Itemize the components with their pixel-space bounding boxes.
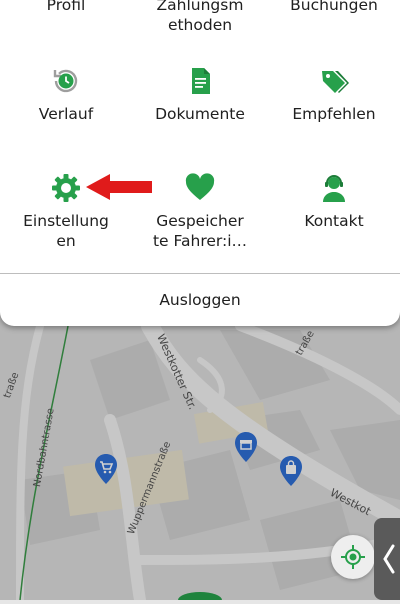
menu-item-label: Zahlungsm (156, 0, 244, 14)
menu-item-label: Empfehlen (292, 105, 376, 123)
menu-item-label: Gespeicher (156, 212, 244, 230)
tag-icon (322, 71, 349, 93)
menu-item-verlauf[interactable]: Verlauf (0, 65, 132, 124)
shopping-cart-pin-icon[interactable] (94, 454, 118, 484)
drawer-handle[interactable] (374, 518, 400, 600)
main-menu-panel: Profil Zahlungsm ethoden Buchungen Verla… (0, 0, 400, 326)
document-icon (192, 68, 210, 94)
shopping-bag-pin-icon[interactable] (279, 456, 303, 486)
logout-label: Ausloggen (159, 291, 241, 309)
menu-item-label: Buchungen (290, 0, 378, 14)
menu-item-label: Dokumente (155, 105, 245, 123)
menu-item-buchungen[interactable]: Buchungen (268, 0, 400, 15)
menu-item-empfehlen[interactable]: Empfehlen (268, 65, 400, 124)
menu-item-label: Profil (46, 0, 86, 14)
chevron-left-icon (383, 544, 395, 574)
gear-icon (52, 174, 80, 202)
menu-item-kontakt[interactable]: Kontakt (268, 172, 400, 231)
menu-item-dokumente[interactable]: Dokumente (134, 65, 266, 124)
red-arrow-annotation (86, 174, 152, 200)
crosshair-icon (341, 545, 365, 569)
menu-item-zahlungsmethoden[interactable]: Zahlungsm ethoden (134, 0, 266, 35)
menu-item-profil[interactable]: Profil (0, 0, 132, 15)
logout-button[interactable]: Ausloggen (0, 274, 400, 326)
heart-icon (185, 173, 215, 200)
menu-item-label: te Fahrer:i… (152, 232, 248, 250)
store-pin-icon[interactable] (234, 432, 258, 462)
menu-item-label: Kontakt (304, 212, 364, 230)
locate-me-button[interactable] (331, 535, 375, 579)
menu-item-label: Verlauf (38, 105, 94, 123)
support-agent-icon (323, 175, 345, 202)
menu-item-label: en (56, 232, 76, 250)
menu-item-label: Einstellung (23, 212, 109, 230)
menu-item-label: ethoden (167, 16, 233, 34)
history-clock-icon (53, 69, 78, 93)
